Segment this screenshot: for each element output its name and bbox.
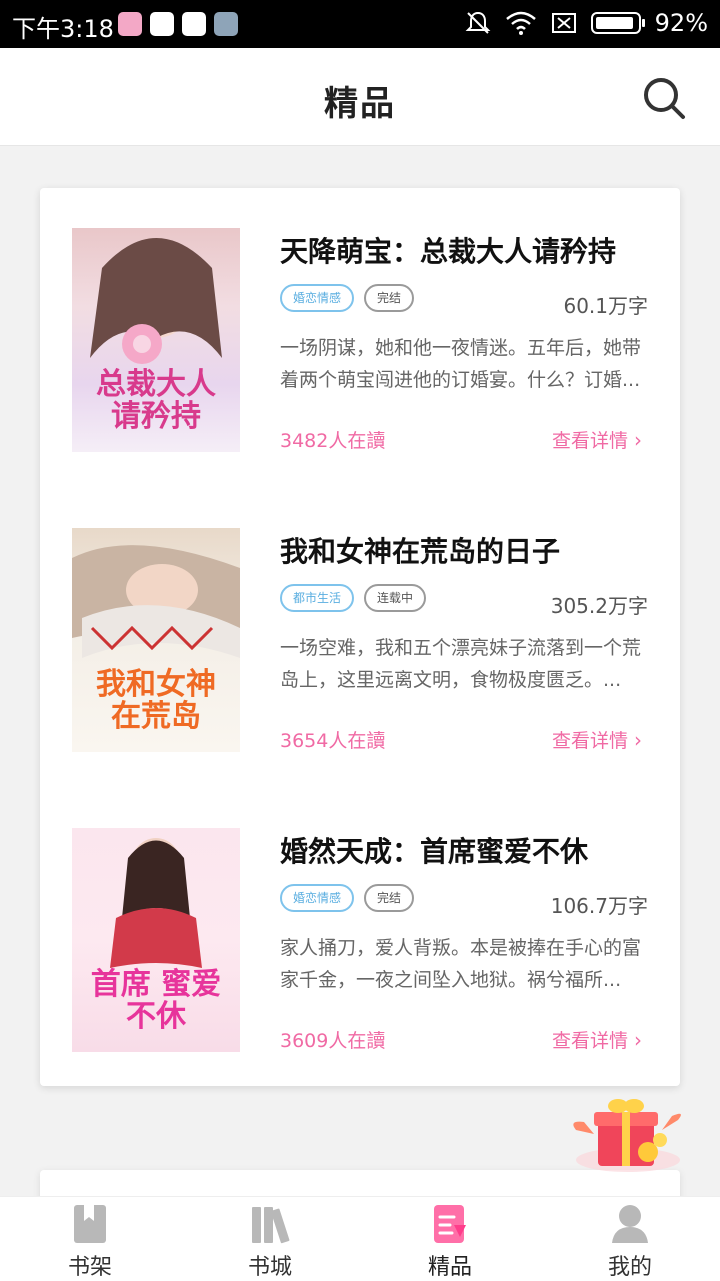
status-tag: 完结 (364, 284, 415, 312)
tab-label: 书架 (67, 1255, 112, 1280)
chevron-right-icon: › (634, 428, 642, 452)
tab-profile[interactable]: 我的 (540, 1197, 720, 1281)
view-details-label: 查看详情 (551, 730, 628, 752)
genre-tag: 都市生活 (280, 584, 355, 612)
tab-featured[interactable]: 精品 (360, 1197, 540, 1281)
tab-bookstore[interactable]: 书城 (180, 1197, 360, 1281)
view-details-label: 查看详情 (551, 1030, 628, 1052)
wifi-icon (505, 11, 536, 35)
featured-icon (434, 1205, 466, 1243)
gift-icon[interactable] (568, 1090, 686, 1174)
book-cover[interactable]: 首席 蜜爱不休 (72, 828, 240, 1052)
view-details-link[interactable]: 查看详情 › (552, 1026, 642, 1053)
tab-label: 我的 (607, 1255, 652, 1280)
book-cover[interactable]: 总裁大人 请矜持 (72, 228, 240, 452)
book-description: 一场阴谋，她和他一夜情迷。五年后，她带着两个萌宝闯进他的订婚宴。什么？订婚... (280, 337, 642, 391)
no-sim-icon (551, 13, 576, 33)
battery-icon (590, 12, 645, 34)
notification-icon (150, 12, 174, 36)
book-item[interactable]: 总裁大人 请矜持 天降萌宝：总裁大人请矜持 婚恋情感 完结 60.1万字 一场阴… (40, 228, 680, 452)
word-count: 106.7万字 (550, 894, 648, 918)
genre-tag: 婚恋情感 (280, 884, 355, 912)
book-title[interactable]: 我和女神在荒岛的日子 (280, 530, 660, 570)
status-bar: 下午3:18 92% (0, 0, 720, 48)
book-description: 一场空难，我和五个漂亮妹子流落到一个荒岛上，这里远离文明，食物极度匮乏。... (280, 637, 642, 691)
notification-icon (118, 12, 142, 36)
header: 精品 (0, 48, 720, 146)
cover-title: 我和女神 在荒岛 (96, 667, 216, 734)
profile-icon (612, 1205, 648, 1243)
reader-count: 3609人在讀 (280, 1030, 386, 1052)
book-title[interactable]: 天降萌宝：总裁大人请矜持 (280, 230, 660, 270)
book-title[interactable]: 婚然天成：首席蜜爱不休 (280, 830, 660, 870)
view-details-link[interactable]: 查看详情 › (552, 426, 642, 453)
bookshelf-icon (74, 1205, 106, 1243)
chevron-right-icon: › (634, 728, 642, 752)
status-time: 下午3:18 (12, 15, 114, 43)
page-title: 精品 (324, 84, 396, 124)
status-tag: 完结 (364, 884, 415, 912)
book-item[interactable]: 我和女神 在荒岛 我和女神在荒岛的日子 都市生活 连载中 305.2万字 一场空… (40, 528, 680, 752)
word-count: 60.1万字 (563, 294, 648, 318)
reader-count: 3482人在讀 (280, 430, 386, 452)
featured-book-list: 总裁大人 请矜持 天降萌宝：总裁大人请矜持 婚恋情感 完结 60.1万字 一场阴… (40, 188, 680, 1086)
bottom-tab-bar: 书架 书城 精品 我的 (0, 1196, 720, 1281)
battery-percent: 92% (654, 9, 708, 37)
genre-tag: 婚恋情感 (280, 284, 355, 312)
view-details-label: 查看详情 (551, 430, 628, 452)
search-icon[interactable] (642, 76, 686, 120)
book-description: 家人捅刀，爱人背叛。本是被捧在手心的富家千金，一夜之间坠入地狱。祸兮福所... (280, 937, 642, 991)
view-details-link[interactable]: 查看详情 › (552, 726, 642, 753)
book-item[interactable]: 首席 蜜爱不休 婚然天成：首席蜜爱不休 婚恋情感 完结 106.7万字 家人捅刀… (40, 828, 680, 1052)
status-tag: 连载中 (364, 584, 427, 612)
notification-icon (214, 12, 238, 36)
tab-label: 精品 (427, 1255, 472, 1280)
cover-title: 首席 蜜爱不休 (90, 967, 222, 1034)
reader-count: 3654人在讀 (280, 730, 386, 752)
tab-label: 书城 (247, 1255, 292, 1280)
cover-title: 总裁大人 请矜持 (96, 367, 216, 434)
word-count: 305.2万字 (550, 594, 648, 618)
tab-bookshelf[interactable]: 书架 (0, 1197, 180, 1281)
mute-icon (465, 11, 491, 34)
chevron-right-icon: › (634, 1028, 642, 1052)
book-cover[interactable]: 我和女神 在荒岛 (72, 528, 240, 752)
bookstore-icon (252, 1207, 290, 1244)
notification-icon (182, 12, 206, 36)
